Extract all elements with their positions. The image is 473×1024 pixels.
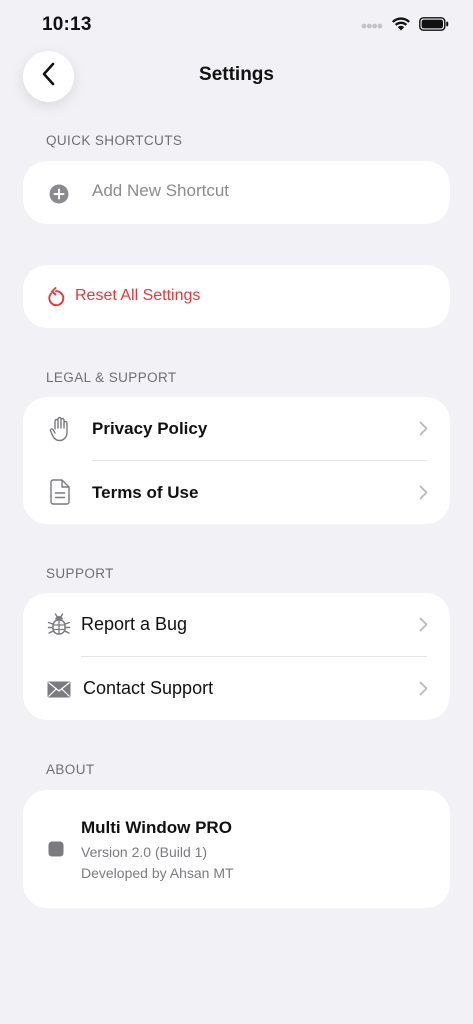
contact-support-label: Contact Support [83,678,214,698]
chevron-right-icon [419,681,428,701]
privacy-policy-label: Privacy Policy [92,419,208,438]
report-a-bug-row[interactable]: Report a Bug [23,593,450,656]
wifi-icon [391,16,411,36]
support-card: Report a Bug Contact Support [23,593,450,720]
reset-all-settings-label: Reset All Settings [75,287,201,304]
section-header-support: SUPPORT [46,566,114,581]
contact-support-row[interactable]: Contact Support [23,657,450,720]
reset-all-settings-button[interactable]: Reset All Settings [23,265,450,328]
section-header-legal-support: LEGAL & SUPPORT [46,370,177,385]
app-developer: Developed by Ahsan MT [81,865,234,881]
status-bar: 10:13 [0,0,473,50]
terms-of-use-row[interactable]: Terms of Use [23,461,450,524]
status-icons [361,16,449,36]
app-icon [48,841,64,857]
cellular-signal-icon [361,17,383,35]
app-name: Multi Window PRO [81,818,232,837]
app-version: Version 2.0 (Build 1) [81,844,208,860]
reset-card: Reset All Settings [23,265,450,328]
chevron-right-icon [419,421,428,441]
privacy-policy-row[interactable]: Privacy Policy [23,397,450,460]
plus-circle-icon [49,184,69,204]
add-new-shortcut-row[interactable]: Add New Shortcut [23,161,450,224]
about-card: Multi Window PRO Version 2.0 (Build 1) D… [23,790,450,908]
status-time: 10:13 [42,14,92,35]
reset-arrow-icon [46,287,66,308]
battery-icon [419,16,449,36]
report-a-bug-label: Report a Bug [81,614,188,634]
envelope-icon [47,681,71,698]
page-title: Settings [199,64,274,85]
quick-shortcuts-card: Add New Shortcut [23,161,450,224]
section-header-quick-shortcuts: QUICK SHORTCUTS [46,133,183,148]
bug-icon [47,612,71,637]
document-icon [50,479,70,505]
add-new-shortcut-label: Add New Shortcut [92,181,230,200]
section-header-about: ABOUT [46,762,95,777]
hand-raised-icon [49,416,71,442]
chevron-right-icon [419,617,428,637]
legal-card: Privacy Policy Terms of Use [23,397,450,524]
terms-of-use-label: Terms of Use [92,483,199,502]
chevron-right-icon [419,485,428,505]
